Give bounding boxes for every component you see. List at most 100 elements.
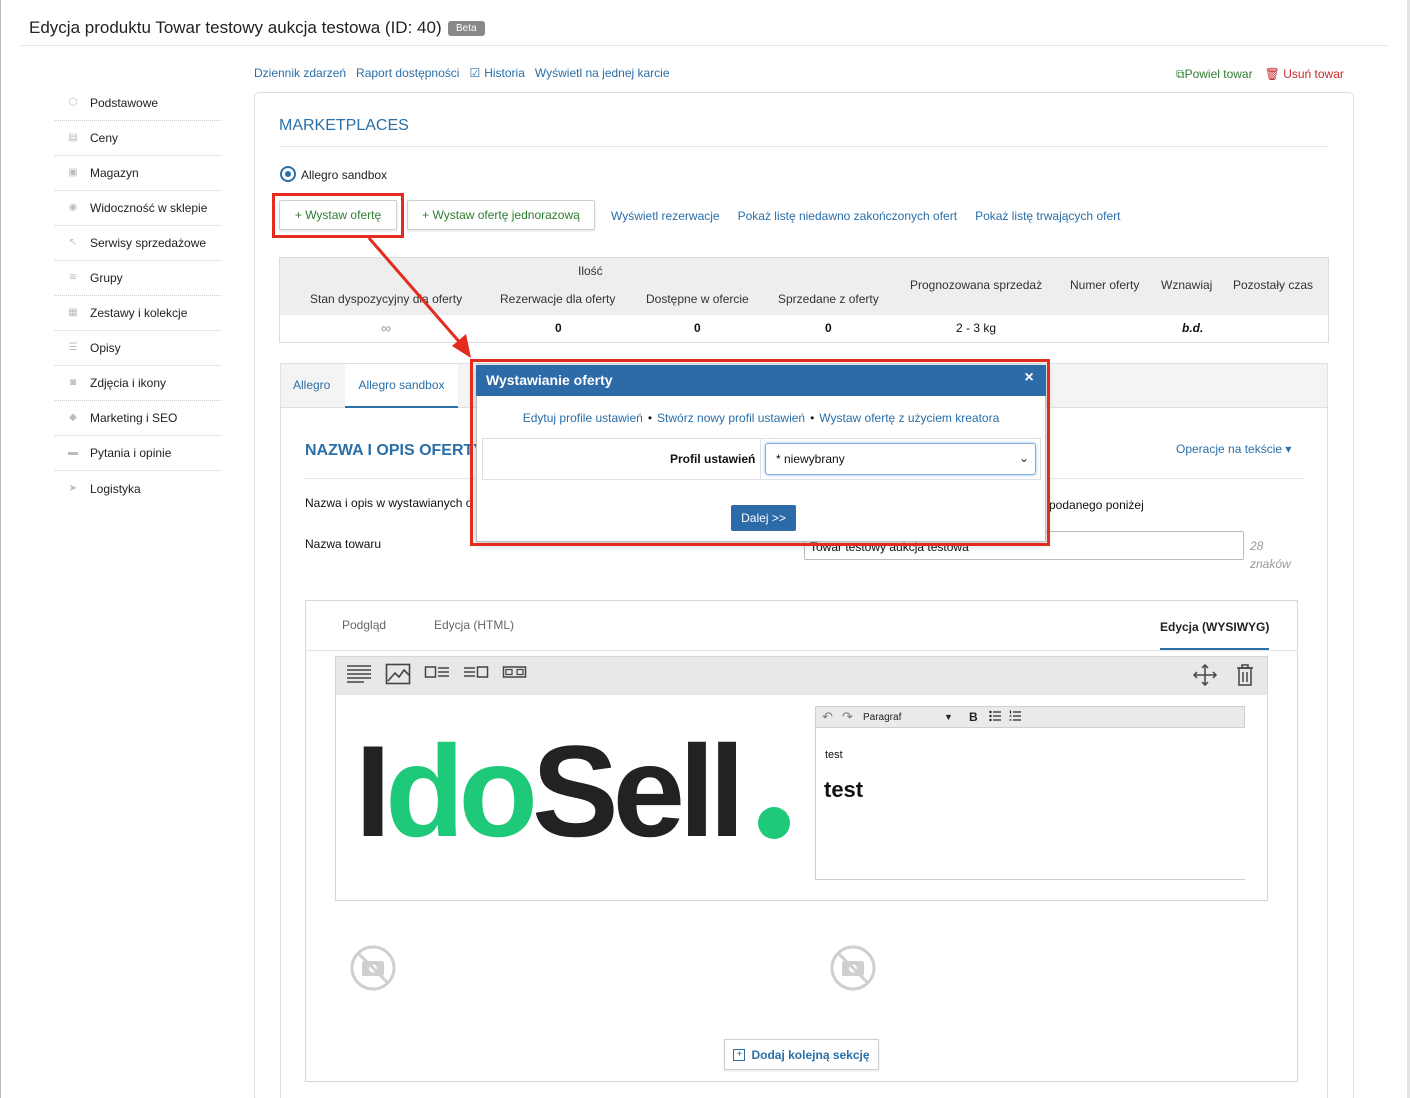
heading-text: test — [824, 777, 864, 802]
bullet-list-icon[interactable] — [989, 710, 1001, 722]
ended-offers-link[interactable]: Pokaż listę niedawno zakończonych ofert — [738, 209, 957, 223]
active-offers-link[interactable]: Pokaż listę trwających ofert — [975, 209, 1120, 223]
warehouse-icon: ▣ — [68, 167, 78, 178]
add-section-button[interactable]: + Dodaj kolejną sekcję — [724, 1039, 879, 1070]
sidebar-item-label: Widoczność w sklepie — [90, 201, 208, 215]
two-images-block-icon[interactable] — [502, 663, 528, 685]
format-select[interactable]: Paragraf — [863, 712, 901, 723]
sidebar-item-marketing[interactable]: ◆ Marketing i SEO — [55, 401, 221, 436]
sidebar-item-label: Ceny — [90, 131, 119, 145]
redo-icon[interactable]: ↷ — [842, 709, 853, 725]
tab-wysiwyg-edit[interactable]: Edycja (WYSIWYG) — [1160, 620, 1269, 634]
copy-icon: ⧉ — [1176, 67, 1185, 81]
marketplace-radio-label[interactable]: Allegro sandbox — [301, 168, 387, 182]
column-header: Prognozowana sprzedaż — [910, 278, 1043, 292]
chat-icon: ▬ — [68, 447, 78, 458]
lines-icon: ☰ — [68, 342, 78, 353]
tab-preview[interactable]: Podgląd — [342, 618, 386, 632]
hammer-icon: ↖ — [68, 237, 78, 248]
sidebar-item-label: Zdjęcia i ikony — [90, 376, 167, 390]
no-image-icon[interactable] — [830, 945, 876, 991]
sidebar-item-grupy[interactable]: ≋ Grupy — [55, 261, 221, 296]
delete-block-icon[interactable] — [1232, 664, 1258, 686]
undo-icon[interactable]: ↶ — [822, 709, 833, 725]
image-text-block-icon[interactable] — [424, 663, 450, 685]
sidebar-item-logistyka[interactable]: ➤ Logistyka — [55, 471, 221, 506]
quantity-group-header: Ilość — [578, 264, 603, 278]
delete-product-button[interactable]: 🗑 Usuń towar — [1265, 67, 1344, 82]
char-count-unit: znaków — [1250, 557, 1291, 571]
sidebar-item-label: Logistyka — [90, 481, 141, 496]
sidebar-item-label: Podstawowe — [90, 96, 159, 110]
text-block-icon[interactable] — [346, 663, 372, 685]
show-reservations-link[interactable]: Wyświetl rezerwacje — [611, 209, 720, 223]
table-cell: ∞ — [381, 320, 391, 336]
copy-product-button[interactable]: ⧉Powiel towar — [1176, 67, 1253, 82]
price-icon: ▤ — [68, 132, 78, 143]
marketplace-radio[interactable] — [280, 166, 296, 182]
description-note: Nazwa i opis w wystawianych o — [305, 496, 473, 510]
table-cell: 0 — [694, 321, 701, 335]
no-image-icon[interactable] — [350, 945, 396, 991]
tab-allegro[interactable]: Allegro — [293, 378, 330, 392]
history-link[interactable]: Historia — [469, 66, 525, 80]
highlight-box-post-button — [272, 193, 404, 238]
description-note-tail: podanego poniżej — [1049, 498, 1144, 512]
sidebar-item-label: Opisy — [90, 341, 121, 355]
numbered-list-icon[interactable] — [1009, 710, 1021, 722]
text-image-block-icon[interactable] — [463, 663, 489, 685]
column-header: Rezerwacje dla oferty — [500, 292, 616, 306]
add-section-label: Dodaj kolejną sekcję — [751, 1047, 870, 1062]
column-header: Dostępne w ofercie — [646, 292, 749, 306]
plus-icon: + — [733, 1048, 746, 1061]
cube-icon: ⬡ — [68, 97, 78, 108]
beta-badge: Beta — [448, 21, 485, 36]
column-header: Pozostały czas — [1233, 278, 1314, 292]
sidebar-item-label: Zestawy i kolekcje — [90, 306, 188, 320]
bold-button[interactable]: B — [969, 710, 978, 724]
sidebar-item-zestawy[interactable]: ▦ Zestawy i kolekcje — [55, 296, 221, 331]
delete-label: Usuń towar — [1283, 67, 1344, 81]
post-one-time-offer-button[interactable]: + Wystaw ofertę jednorazową — [407, 200, 595, 230]
image-block-icon[interactable] — [385, 663, 411, 685]
sidebar-item-label: Pytania i opinie — [90, 446, 172, 460]
sidebar-item-label: Serwisy sprzedażowe — [90, 236, 207, 250]
window-edge-left — [0, 0, 1, 1098]
table-cell: 0 — [555, 321, 562, 335]
sidebar-item-ceny[interactable]: ▤ Ceny — [55, 121, 221, 156]
chevron-down-icon[interactable]: ▼ — [944, 712, 953, 722]
sidebar-item-zdjecia[interactable]: ◙ Zdjęcia i ikony — [55, 366, 221, 401]
stack-icon: ▦ — [68, 307, 78, 318]
text-operations-dropdown[interactable]: Operacje na tekście — [1176, 442, 1291, 456]
availability-report-link[interactable]: Raport dostępności — [356, 66, 459, 80]
column-header: Stan dyspozycyjny dla oferty — [310, 292, 463, 306]
top-links: Dziennik zdarzeń Raport dostępności Hist… — [254, 66, 670, 80]
sidebar-item-serwisy[interactable]: ↖ Serwisy sprzedażowe — [55, 226, 221, 261]
sidebar: ⬡ Podstawowe ▤ Ceny ▣ Magazyn ◉ Widoczność w… — [55, 86, 221, 506]
marketplaces-divider — [279, 146, 1329, 147]
text-editor-area[interactable] — [815, 728, 1245, 880]
sidebar-item-label: Marketing i SEO — [90, 411, 178, 425]
table-cell: 0 — [825, 321, 832, 335]
event-log-link[interactable]: Dziennik zdarzeń — [254, 66, 346, 80]
copy-label: Powiel towar — [1184, 67, 1253, 81]
marketplaces-title: MARKETPLACES — [279, 117, 409, 134]
tab-html-edit[interactable]: Edycja (HTML) — [434, 618, 514, 632]
sidebar-item-magazyn[interactable]: ▣ Magazyn — [55, 156, 221, 191]
eye-icon: ◉ — [68, 202, 78, 213]
sidebar-item-podstawowe[interactable]: ⬡ Podstawowe — [55, 86, 221, 121]
layers-icon: ≋ — [68, 272, 78, 283]
sidebar-item-label: Magazyn — [90, 166, 139, 180]
tag-icon: ◆ — [69, 412, 77, 423]
single-card-link[interactable]: Wyświetl na jednej karcie — [535, 66, 670, 80]
sidebar-item-opisy[interactable]: ☰ Opisy — [55, 331, 221, 366]
move-icon[interactable] — [1192, 664, 1218, 686]
sidebar-item-label: Grupy — [90, 271, 123, 285]
tab-allegro-sandbox[interactable]: Allegro sandbox — [345, 364, 458, 408]
page-title: Edycja produktu Towar testowy aukcja tes… — [29, 18, 442, 37]
column-header: Numer oferty — [1070, 278, 1140, 292]
sidebar-item-widocznosc[interactable]: ◉ Widoczność w sklepie — [55, 191, 221, 226]
sidebar-item-pytania[interactable]: ▬ Pytania i opinie — [55, 436, 221, 471]
forecast-sales-link[interactable]: 2 - 3 kg — [956, 321, 996, 335]
column-header: Wznawiaj — [1161, 278, 1213, 292]
